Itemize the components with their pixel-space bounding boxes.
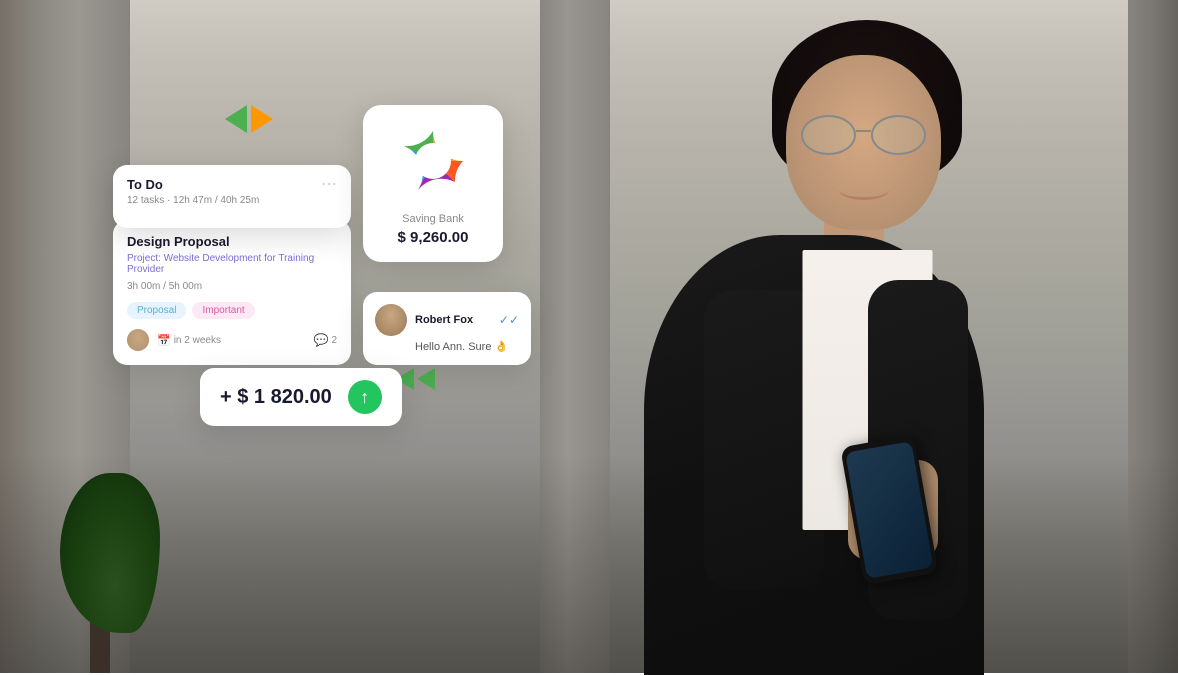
glasses-right — [871, 115, 926, 155]
card-bank[interactable]: Saving Bank $ 9,260.00 — [363, 105, 503, 262]
task-due-date: in 2 weeks — [174, 335, 221, 346]
task-footer-left: in 2 weeks — [127, 329, 221, 351]
bank-name: Saving Bank — [377, 213, 489, 225]
sender-name-block: Robert Fox — [415, 314, 473, 326]
balance-up-button[interactable] — [348, 380, 382, 414]
glasses-bridge — [856, 130, 871, 132]
task-title: Design Proposal — [127, 234, 337, 249]
donut-svg — [393, 121, 473, 201]
avatar-face — [127, 329, 149, 351]
card-todo[interactable]: To Do ⋯ 12 tasks · 12h 47m / 40h 25m — [113, 165, 351, 228]
donut-hole — [415, 143, 451, 179]
card-todo-title: To Do — [127, 177, 163, 192]
card-todo-meta: 12 tasks · 12h 47m / 40h 25m — [127, 195, 337, 206]
person-face — [786, 55, 941, 230]
balance-amount: + $ 1 820.00 — [220, 386, 332, 409]
task-footer: in 2 weeks 💬 2 — [127, 329, 337, 351]
card-task[interactable]: Design Proposal Project: Website Develop… — [113, 220, 351, 365]
task-tags: Proposal Important — [127, 302, 337, 319]
sender-name: Robert Fox — [415, 314, 473, 326]
balance-value: $ 1 820.00 — [237, 386, 332, 408]
task-project: Project: Website Development for Trainin… — [127, 253, 337, 275]
card-message[interactable]: Robert Fox ✓✓ Hello Ann. Sure 👌 — [363, 292, 531, 365]
comment-icon-symbol: 💬 — [313, 333, 328, 347]
card-balance[interactable]: + $ 1 820.00 — [200, 368, 402, 426]
bank-amount: $ 9,260.00 — [377, 229, 489, 246]
task-assignee-avatar — [127, 329, 149, 351]
balance-prefix: + — [220, 386, 237, 408]
person-glasses — [796, 115, 931, 160]
plant — [60, 473, 160, 673]
message-header: Robert Fox ✓✓ — [375, 304, 519, 336]
tag-important[interactable]: Important — [192, 302, 254, 319]
glasses-left — [801, 115, 856, 155]
task-calendar-icon: in 2 weeks — [157, 334, 221, 347]
comment-count: 2 — [331, 335, 337, 346]
task-time: 3h 00m / 5h 00m — [127, 281, 337, 292]
sender-avatar — [375, 304, 407, 336]
card-todo-header: To Do ⋯ — [127, 177, 337, 193]
todo-menu-button[interactable]: ⋯ — [321, 177, 337, 193]
person-smile — [839, 180, 889, 200]
person — [548, 0, 1148, 673]
task-comments: 💬 2 — [313, 333, 337, 347]
tag-proposal[interactable]: Proposal — [127, 302, 186, 319]
message-read-check: ✓✓ — [499, 313, 519, 327]
avatar-inner — [375, 304, 407, 336]
donut-chart — [393, 121, 473, 201]
message-text: Hello Ann. Sure 👌 — [375, 340, 519, 353]
plant-leaves — [60, 473, 160, 633]
